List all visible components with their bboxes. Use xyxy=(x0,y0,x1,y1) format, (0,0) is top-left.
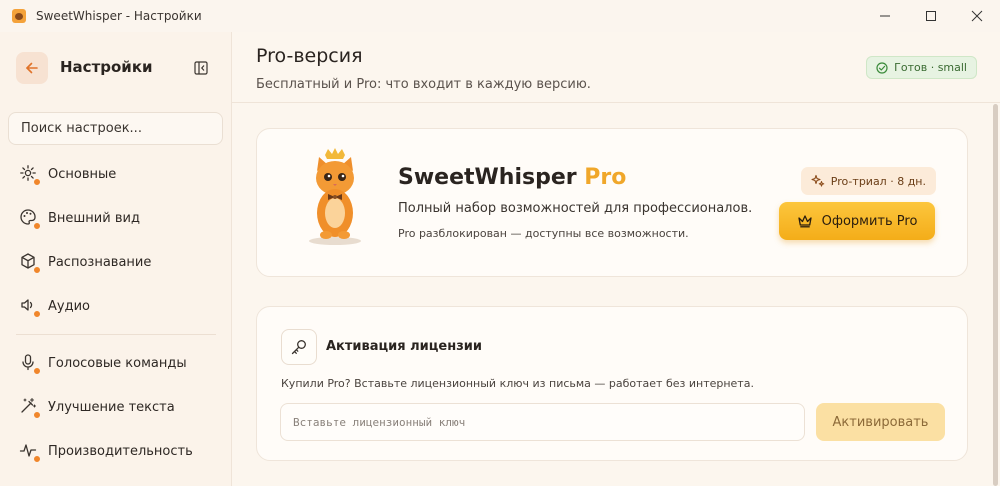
activate-button-label: Активировать xyxy=(832,414,929,430)
pro-description: Полный набор возможностей для профессион… xyxy=(398,201,753,216)
collapse-sidebar-button[interactable] xyxy=(192,59,210,77)
window-controls xyxy=(862,0,1000,32)
sidebar-item-appearance[interactable]: Внешний вид xyxy=(8,200,223,236)
sidebar-item-label: Улучшение текста xyxy=(48,399,175,415)
page-title: Pro-версия xyxy=(256,45,363,67)
arrow-left-icon xyxy=(26,62,38,74)
pro-title-accent: Pro xyxy=(584,165,627,190)
scrollbar[interactable] xyxy=(992,104,1000,486)
scroll-thumb[interactable] xyxy=(993,104,998,486)
crown-icon xyxy=(797,215,812,228)
notification-dot xyxy=(33,266,41,274)
get-pro-button[interactable]: Оформить Pro xyxy=(779,202,935,240)
sidebar-item-voice-commands[interactable]: Голосовые команды xyxy=(8,345,223,381)
trial-badge: Pro-триал · 8 дн. xyxy=(800,167,936,195)
notification-dot xyxy=(33,178,41,186)
palette-icon xyxy=(19,208,41,230)
check-circle-icon xyxy=(876,61,888,74)
sidebar-item-label: Основные xyxy=(48,166,117,182)
back-button[interactable] xyxy=(16,52,48,84)
status-badge-label: Готов · small xyxy=(894,61,967,74)
sparkles-icon xyxy=(811,174,825,187)
activate-button[interactable]: Активировать xyxy=(816,403,945,441)
cube-icon xyxy=(19,252,41,274)
magic-wand-icon xyxy=(19,397,41,419)
sidebar-title: Настройки xyxy=(60,58,153,76)
settings-window: SweetWhisper - Настройки Настройки Поиск… xyxy=(0,0,1000,486)
notification-dot xyxy=(33,310,41,318)
sidebar-item-label: Голосовые команды xyxy=(48,355,187,371)
sidebar-item-label: Производительность xyxy=(48,443,193,459)
gear-icon xyxy=(19,164,41,186)
app-logo-icon xyxy=(12,9,26,23)
microphone-icon xyxy=(19,353,41,375)
main-content: Pro-версия Бесплатный и Pro: что входит … xyxy=(232,32,1000,486)
close-button[interactable] xyxy=(954,0,1000,32)
trial-badge-label: Pro-триал · 8 дн. xyxy=(830,174,926,188)
minimize-button[interactable] xyxy=(862,0,908,32)
sidebar-item-label: Аудио xyxy=(48,298,90,314)
license-description: Купили Pro? Вставьте лицензионный ключ и… xyxy=(281,377,754,390)
license-title: Активация лицензии xyxy=(326,339,482,354)
window-title: SweetWhisper - Настройки xyxy=(36,9,202,23)
sidebar-divider xyxy=(16,334,216,335)
status-badge: Готов · small xyxy=(866,56,977,79)
cat-mascot-image xyxy=(309,148,361,245)
title-bar: SweetWhisper - Настройки xyxy=(0,0,1000,32)
speaker-icon xyxy=(19,296,41,318)
pro-unlocked-note: Pro разблокирован — доступны все возможн… xyxy=(398,227,689,240)
notification-dot xyxy=(33,222,41,230)
sidebar-item-text-enhancement[interactable]: Улучшение текста xyxy=(8,389,223,425)
pro-title-main: SweetWhisper xyxy=(398,165,577,190)
sidebar-item-audio[interactable]: Аудио xyxy=(8,288,223,324)
license-key-input[interactable] xyxy=(280,403,805,441)
sidebar: Настройки Основные Внешний вид xyxy=(0,32,232,486)
key-icon xyxy=(281,329,317,365)
sidebar-collapse-icon xyxy=(194,61,208,75)
pulse-icon xyxy=(19,441,41,463)
sidebar-item-label: Внешний вид xyxy=(48,210,140,226)
sidebar-item-recognition[interactable]: Распознавание xyxy=(8,244,223,280)
minimize-icon xyxy=(880,15,890,17)
close-icon xyxy=(971,10,983,22)
settings-search-input[interactable] xyxy=(8,112,223,145)
sidebar-item-label: Распознавание xyxy=(48,254,152,270)
license-card: Активация лицензии Купили Pro? Вставьте … xyxy=(256,306,968,461)
header-divider xyxy=(232,102,1000,103)
notification-dot xyxy=(33,367,41,375)
notification-dot xyxy=(33,411,41,419)
sidebar-item-general[interactable]: Основные xyxy=(8,156,223,192)
maximize-icon xyxy=(926,11,936,21)
page-subtitle: Бесплатный и Pro: что входит в каждую ве… xyxy=(256,77,591,92)
sidebar-item-performance[interactable]: Производительность xyxy=(8,433,223,469)
pro-card: SweetWhisper Pro Полный набор возможност… xyxy=(256,128,968,277)
notification-dot xyxy=(33,455,41,463)
maximize-button[interactable] xyxy=(908,0,954,32)
get-pro-button-label: Оформить Pro xyxy=(821,213,918,229)
pro-title: SweetWhisper Pro xyxy=(398,165,626,190)
